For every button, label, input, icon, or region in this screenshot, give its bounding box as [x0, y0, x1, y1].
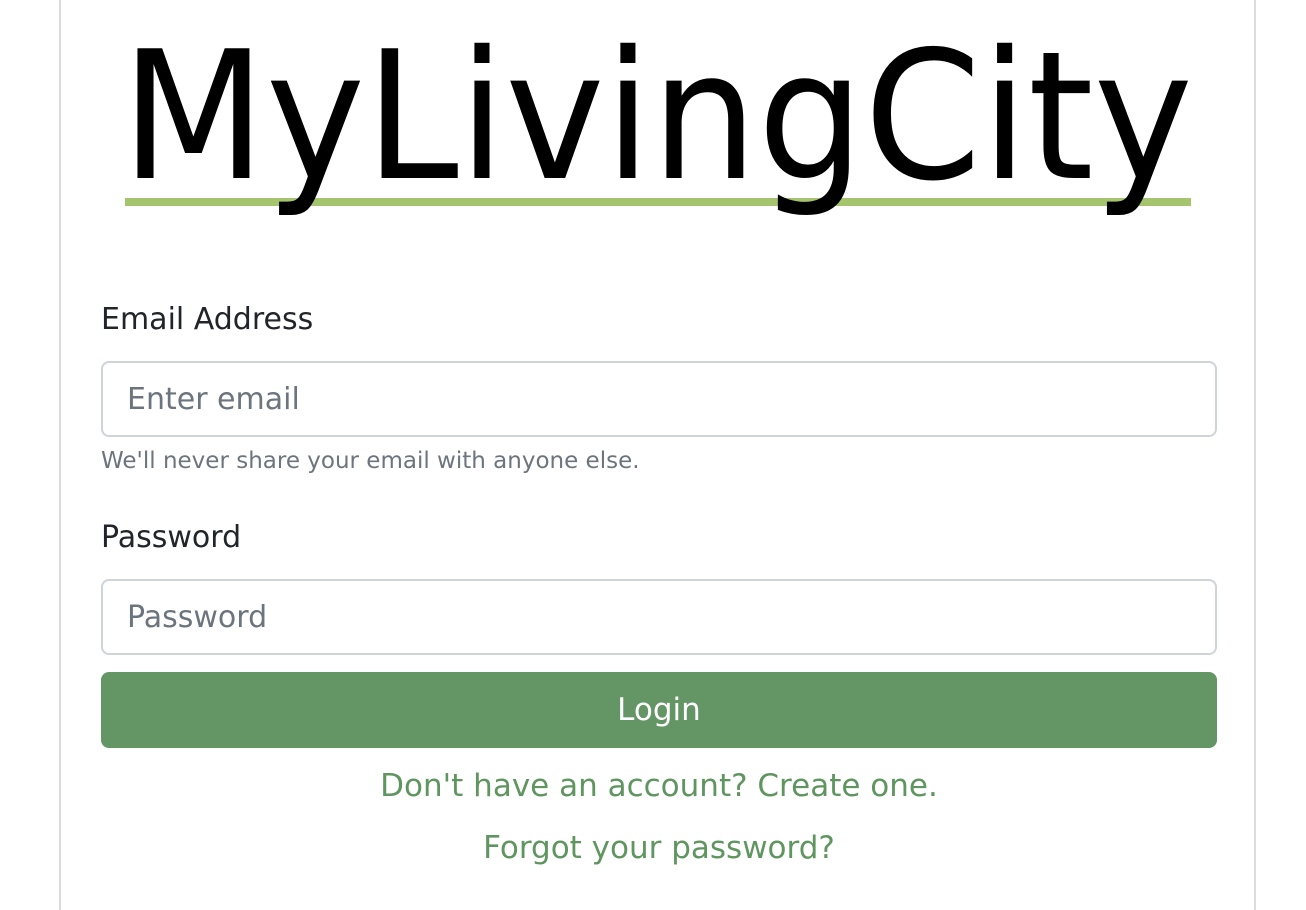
- password-label: Password: [101, 520, 242, 555]
- create-account-link[interactable]: Don't have an account? Create one.: [61, 768, 1257, 804]
- mylivingcity-logo: MyLivingCity: [121, 28, 1201, 228]
- login-button[interactable]: Login: [101, 672, 1217, 748]
- password-field[interactable]: [101, 579, 1217, 655]
- forgot-password-link[interactable]: Forgot your password?: [61, 830, 1257, 866]
- logo-graphic: MyLivingCity: [121, 28, 1193, 220]
- email-field[interactable]: [101, 361, 1217, 437]
- email-label: Email Address: [101, 302, 314, 337]
- logo-text: MyLivingCity: [121, 28, 1193, 220]
- email-help-text: We'll never share your email with anyone…: [101, 448, 640, 474]
- login-card: MyLivingCity Email Address We'll never s…: [59, 0, 1256, 910]
